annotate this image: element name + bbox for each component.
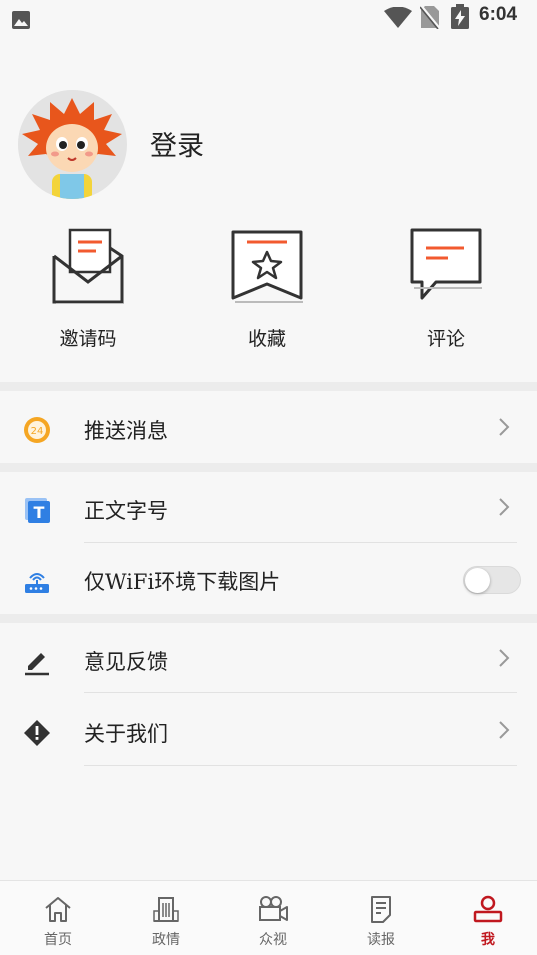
no-sim-icon [420,5,440,29]
edit-pen-icon [25,653,49,676]
push-badge-icon: 24 [24,417,50,443]
video-camera-icon [259,896,288,921]
push-messages-row[interactable]: 24 推送消息 [0,393,537,465]
tab-politics-label: 政情 [152,932,180,948]
bookmark-star-icon [231,230,303,303]
about-us-row[interactable]: 关于我们 [0,696,537,768]
wifi-only-images-label: 仅WiFi环境下载图片 [84,570,281,594]
push-messages-label: 推送消息 [84,419,168,443]
font-size-label: 正文字号 [84,499,168,523]
battery-charging-icon [451,4,469,29]
avatar[interactable] [18,90,127,199]
info-diamond-icon [24,720,50,746]
chevron-right-icon [499,498,510,516]
favorites-label: 收藏 [247,328,286,350]
comments-label: 评论 [426,328,465,350]
tab-me[interactable]: 我 [448,895,528,949]
feedback-label: 意见反馈 [84,650,168,674]
font-size-row[interactable]: T 正文字号 [0,473,537,545]
login-button[interactable]: 登录 [150,124,204,163]
tab-home-label: 首页 [44,932,72,948]
building-icon [153,897,179,922]
tab-newspaper[interactable]: 读报 [341,895,421,949]
tab-politics[interactable]: 政情 [126,895,206,949]
gallery-icon [12,11,30,29]
clock: 6:04 [479,4,518,25]
chevron-right-icon [499,418,510,436]
tab-me-label: 我 [481,932,495,948]
feedback-row[interactable]: 意见反馈 [0,624,537,696]
row-divider [84,692,517,693]
toggle-knob [465,568,490,593]
about-us-label: 关于我们 [84,722,168,746]
tab-home[interactable]: 首页 [18,895,98,949]
newspaper-icon [371,896,391,923]
avatar-mascot-image [18,90,126,199]
home-icon [45,897,71,922]
svg-text:T: T [34,503,45,522]
wifi-only-images-row: 仅WiFi环境下载图片 [0,544,537,616]
row-divider [84,765,517,766]
wifi-only-images-toggle[interactable] [463,566,521,594]
invite-code-button[interactable]: 邀请码 [28,224,148,351]
comments-button[interactable]: 评论 [386,224,506,351]
chevron-right-icon [499,721,510,739]
section-separator [0,463,537,472]
chevron-right-icon [499,649,510,667]
tab-newspaper-label: 读报 [367,932,395,948]
router-icon [25,573,49,593]
person-icon [473,895,503,923]
invite-code-label: 邀请码 [59,328,117,350]
wifi-icon [384,7,412,28]
status-bar: 6:04 [0,0,537,34]
section-separator [0,382,537,391]
section-separator [0,614,537,623]
tab-video-label: 众视 [259,932,287,948]
row-divider [84,542,517,543]
favorites-button[interactable]: 收藏 [207,224,327,351]
push-badge-count: 24 [31,426,44,437]
envelope-icon [52,228,124,304]
tab-video[interactable]: 众视 [233,895,313,949]
bottom-tab-bar: 首页 政情 众视 读报 我 [0,880,537,955]
font-size-icon: T [25,498,50,523]
comment-icon [410,228,482,300]
